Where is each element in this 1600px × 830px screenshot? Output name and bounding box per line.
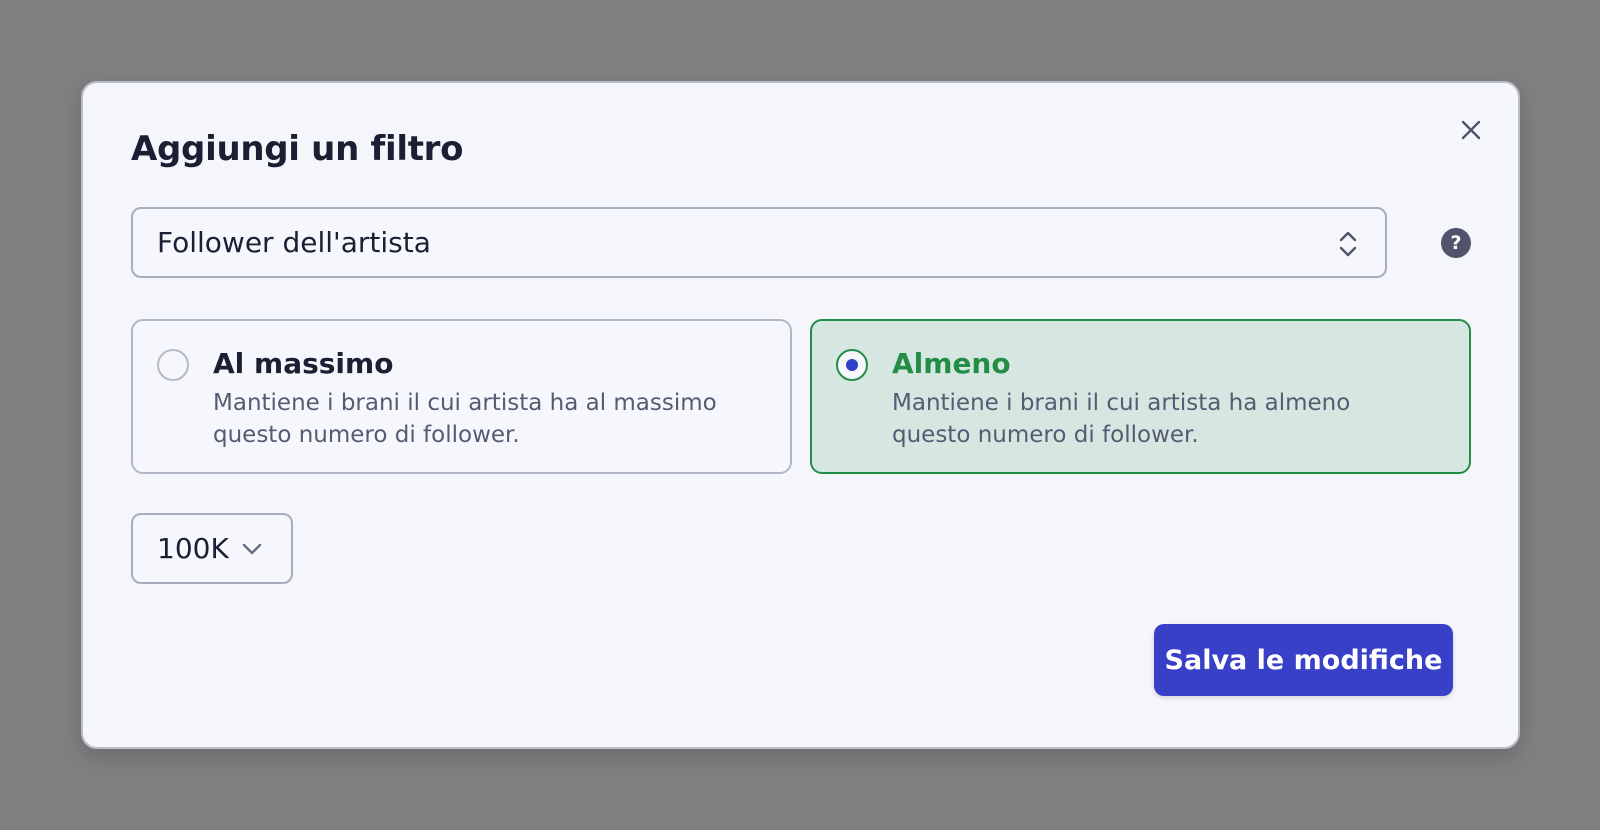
chevron-up-down-icon [1339,231,1357,257]
chevron-down-icon [242,543,262,555]
save-button[interactable]: Salva le modifiche [1154,624,1453,696]
filter-type-select[interactable]: Follower dell'artista [131,207,1387,278]
filter-type-value: Follower dell'artista [157,226,431,259]
help-icon[interactable]: ? [1441,228,1471,258]
option-description: Mantiene i brani il cui artista ha al ma… [213,390,717,448]
option-at-least[interactable]: Almeno Mantiene i brani il cui artista h… [810,319,1471,474]
close-icon [1461,120,1481,140]
radio-at-most[interactable] [157,349,189,381]
dialog-title: Aggiungi un filtro [131,129,464,169]
option-at-most[interactable]: Al massimo Mantiene i brani il cui artis… [131,319,792,474]
follower-count-value: 100K [157,532,229,565]
radio-at-least[interactable] [836,349,868,381]
option-description: Mantiene i brani il cui artista ha almen… [892,390,1351,448]
add-filter-dialog: Aggiungi un filtro Follower dell'artista… [81,81,1520,749]
option-title: Almeno [892,347,1011,380]
option-title: Al massimo [213,347,394,380]
follower-count-select[interactable]: 100K [131,513,293,584]
close-button[interactable] [1454,113,1488,147]
